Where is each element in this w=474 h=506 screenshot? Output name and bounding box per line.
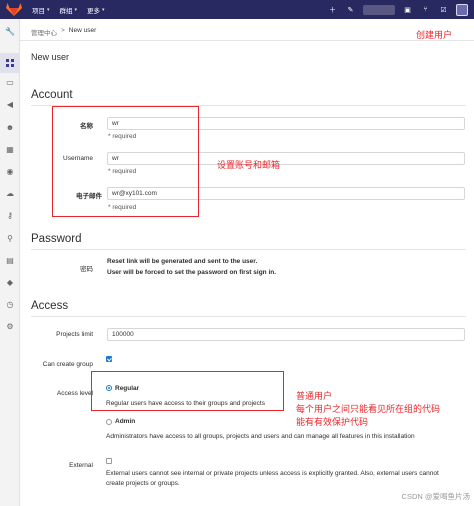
issues-icon[interactable]: ▣ (402, 4, 413, 15)
password-section-title: Password (31, 233, 82, 245)
external-checkbox[interactable] (106, 458, 112, 464)
todo-icon[interactable]: ☑ (438, 4, 449, 15)
admin-label[interactable]: Admin (115, 418, 135, 425)
hooks-icon[interactable]: ⚲ (5, 234, 15, 244)
search-input[interactable] (363, 4, 395, 15)
breadcrumb: 管理中心 > New user (31, 27, 96, 37)
section-divider (31, 249, 466, 250)
nav-projects-label: 项目 (32, 7, 45, 15)
annotation-regular-line1: 普通用户 (296, 391, 333, 401)
clock-icon[interactable]: ◷ (5, 300, 15, 310)
projects-limit-input[interactable]: 100000 (107, 328, 465, 341)
account-section-title: Account (31, 89, 73, 101)
external-label: External (69, 462, 93, 469)
annotation-regular-box (91, 371, 284, 411)
plus-icon[interactable]: ＋ (327, 4, 338, 15)
breadcrumb-separator: > (61, 27, 65, 34)
nav-groups-label: 群组 (59, 7, 73, 15)
chevron-down-icon: ▾ (47, 6, 50, 13)
wrench-icon[interactable]: ✎ (345, 4, 356, 15)
monitor-icon[interactable]: ▭ (5, 78, 15, 88)
annotation-regular-line2: 每个用户之间只能看见所在组的代码 (296, 404, 441, 414)
broadcast-icon[interactable]: ◀ (5, 100, 15, 110)
external-description-line1: External users cannot see internal or pr… (106, 470, 439, 477)
annotation-set-account: 设置账号和邮箱 (217, 160, 281, 170)
access-level-label: Access level (56, 390, 93, 397)
annotation-account-box (52, 106, 199, 217)
overview-grid-icon[interactable] (5, 58, 15, 68)
password-label: 密码 (80, 266, 93, 273)
annotation-create-user: 创建用户 (416, 30, 453, 40)
chevron-down-icon: ▾ (74, 6, 78, 13)
breadcrumb-current: New user (68, 27, 97, 34)
deploy-keys-icon[interactable]: ☁ (5, 189, 15, 199)
access-section-title: Access (31, 300, 69, 312)
appearance-icon[interactable]: ▤ (5, 256, 15, 266)
labels-icon[interactable]: ◆ (5, 278, 15, 288)
nav-groups[interactable]: 群组 ▾ (60, 5, 78, 15)
chevron-down-icon: ▾ (102, 6, 105, 13)
apps-icon[interactable]: ▦ (5, 145, 15, 155)
wrench-icon[interactable]: 🔧 (5, 27, 15, 37)
abuse-reports-icon[interactable]: ◉ (5, 167, 15, 177)
can-create-group-checkbox[interactable] (106, 356, 112, 362)
annotation-regular-line3: 能有有效保护代码 (296, 417, 369, 427)
admin-description: Administrators have access to all groups… (106, 433, 415, 440)
breadcrumb-divider (20, 40, 474, 41)
nav-more-label: 更多 (87, 7, 101, 15)
password-forced-info: User will be forced to set the password … (107, 269, 277, 276)
password-reset-info: Reset link will be generated and sent to… (107, 258, 258, 265)
page-title: New user (31, 52, 70, 62)
admin-sidebar: 🔧 ▭ ◀ ☻ ▦ ◉ ☁ ⚷ ⚲ ▤ ◆ ◷ ⚙ (0, 19, 20, 506)
topbar-actions: ＋ ✎ ▣ ⑂ ☑ (327, 0, 468, 19)
section-divider (31, 316, 466, 317)
csdn-watermark: CSDN @爱喝鱼片汤 (401, 492, 470, 501)
admin-radio[interactable] (106, 419, 112, 425)
users-icon[interactable]: ☻ (5, 123, 15, 133)
breadcrumb-admin-link[interactable]: 管理中心 (31, 27, 57, 37)
nav-more[interactable]: 更多 ▾ (87, 5, 105, 15)
settings-gear-icon[interactable]: ⚙ (5, 322, 15, 332)
key-icon[interactable]: ⚷ (5, 211, 15, 221)
external-description-line2: create projects or groups. (106, 480, 180, 487)
nav-projects[interactable]: 项目 ▾ (32, 5, 50, 15)
top-navbar: 项目 ▾ 群组 ▾ 更多 ▾ ＋ ✎ ▣ ⑂ ☑ (0, 0, 474, 19)
projects-limit-label: Projects limit (56, 331, 93, 338)
user-avatar[interactable] (456, 3, 468, 16)
gitlab-logo-icon[interactable] (6, 3, 22, 16)
can-create-group-label: Can create group (42, 361, 93, 368)
merge-request-icon[interactable]: ⑂ (420, 4, 431, 15)
